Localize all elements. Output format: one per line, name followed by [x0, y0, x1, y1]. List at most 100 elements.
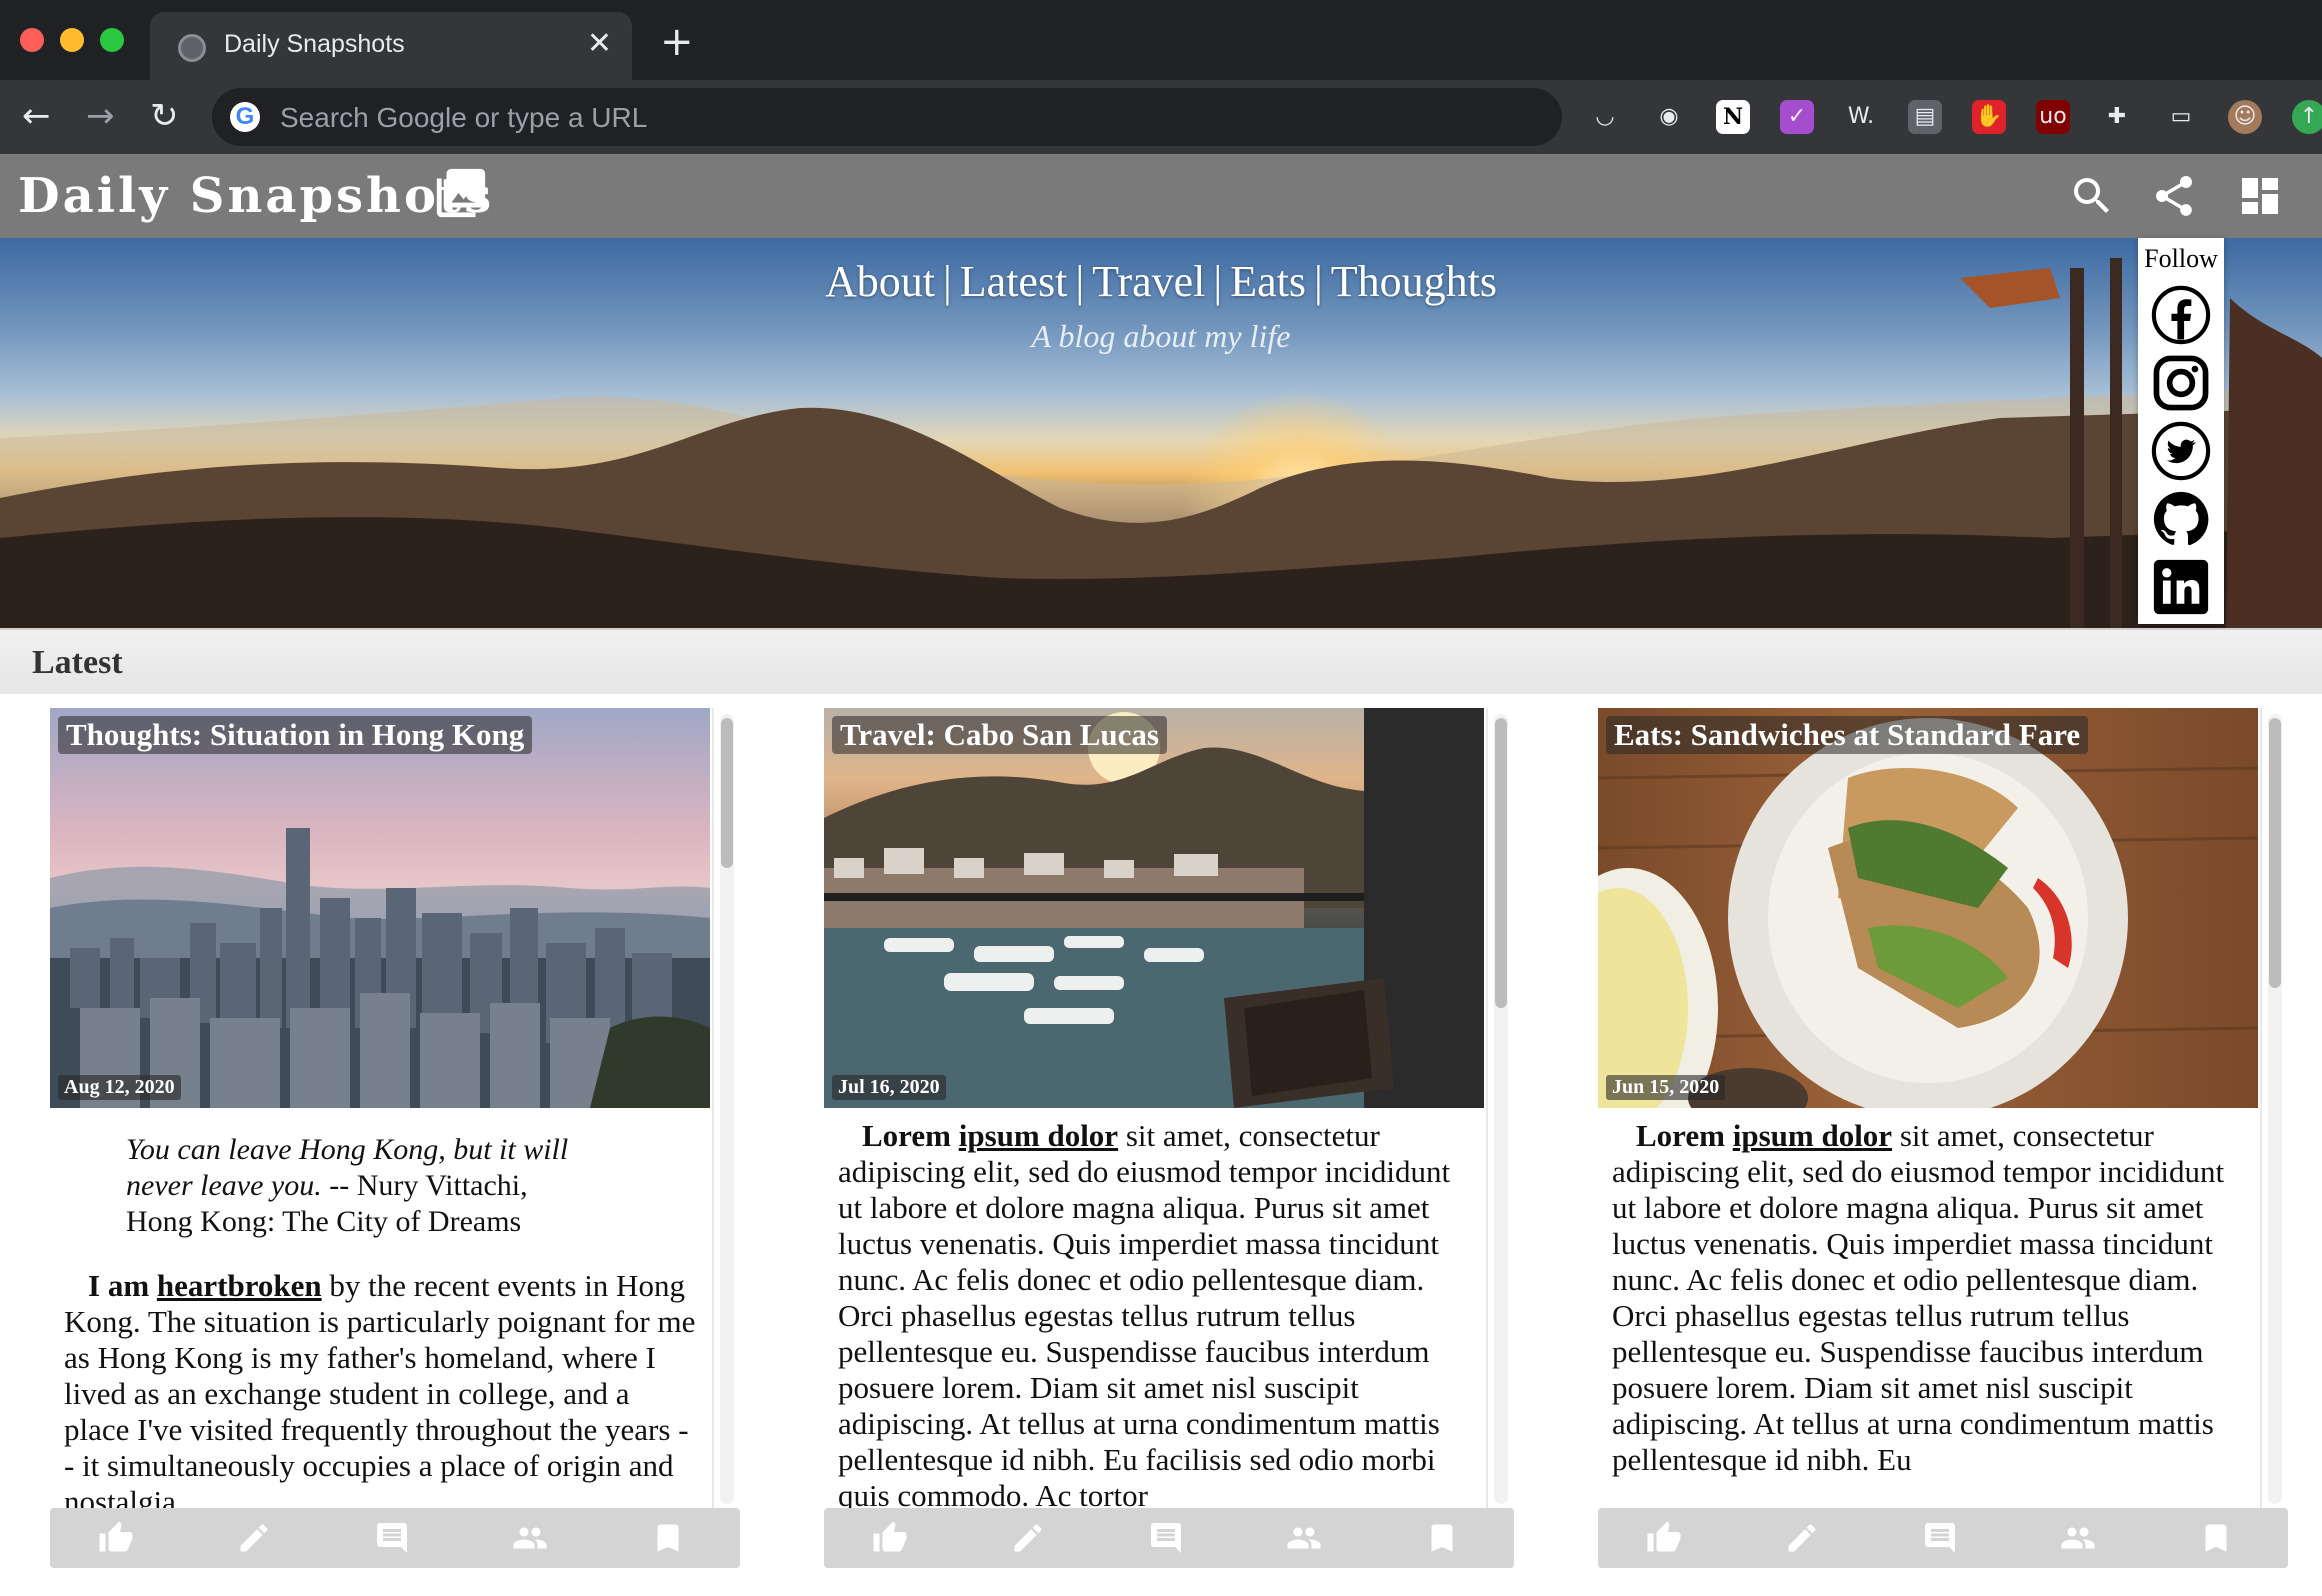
address-bar[interactable]: G Search Google or type a URL — [212, 88, 1562, 146]
notion-icon[interactable]: N — [1716, 100, 1750, 134]
window-minimize-button[interactable] — [60, 28, 84, 52]
nav-travel[interactable]: Travel — [1090, 257, 1207, 306]
tab-close-icon[interactable]: ✕ — [587, 24, 612, 64]
post-card-sandwiches[interactable]: Eats: Sandwiches at Standard Fare Jun 15… — [1598, 708, 2288, 1568]
address-bar-placeholder[interactable]: Search Google or type a URL — [280, 102, 647, 134]
scrollbar-thumb[interactable] — [2269, 718, 2281, 988]
back-arrow-icon[interactable]: ← — [22, 94, 51, 138]
post-link[interactable]: ipsum dolor — [1733, 1118, 1892, 1153]
sandwich-plate — [1598, 718, 2258, 1108]
follow-label: Follow — [2144, 244, 2218, 273]
nav-latest[interactable]: Latest — [958, 257, 1070, 306]
follow-panel: Follow — [2138, 238, 2224, 624]
nav-eats[interactable]: Eats — [1228, 257, 1308, 306]
bookmark-icon[interactable] — [2196, 1520, 2236, 1556]
nav-thoughts[interactable]: Thoughts — [1329, 257, 1499, 306]
nav-separator: | — [1313, 257, 1323, 306]
thumbs-up-icon[interactable] — [870, 1520, 910, 1556]
nav-about[interactable]: About — [823, 257, 937, 306]
shield-icon[interactable]: ◉ — [1652, 100, 1686, 134]
update-icon[interactable]: ↑ — [2292, 100, 2322, 134]
window-zoom-button[interactable] — [100, 28, 124, 52]
twitter-icon[interactable] — [2150, 420, 2212, 482]
globe-icon — [178, 34, 206, 62]
card-scrollbar[interactable] — [720, 714, 734, 1504]
google-g-icon: G — [230, 102, 260, 132]
new-tab-button[interactable]: + — [660, 20, 694, 64]
post-link[interactable]: heartbroken — [157, 1268, 322, 1303]
linkedin-icon[interactable] — [2150, 556, 2212, 618]
post-card-cabo[interactable]: Travel: Cabo San Lucas Jul 16, 2020 Lore… — [824, 708, 1514, 1568]
comment-icon[interactable] — [1920, 1520, 1960, 1556]
bookmark-icon[interactable] — [648, 1520, 688, 1556]
thumbs-up-icon[interactable] — [96, 1520, 136, 1556]
site-header: Daily Snapshots — [0, 154, 2322, 238]
thumbs-up-icon[interactable] — [1644, 1520, 1684, 1556]
share-icon[interactable] — [2150, 172, 2198, 220]
post-action-bar — [50, 1508, 740, 1568]
nav-separator: | — [942, 257, 952, 306]
post-title[interactable]: Thoughts: Situation in Hong Kong — [58, 716, 533, 754]
reload-icon[interactable]: ↻ — [150, 94, 179, 138]
post-image-hong-kong[interactable]: Thoughts: Situation in Hong Kong Aug 12,… — [50, 708, 710, 1108]
latest-section-title: Latest — [32, 644, 123, 681]
people-icon[interactable] — [510, 1520, 550, 1556]
scrollbar-thumb[interactable] — [721, 718, 733, 868]
nav-separator: | — [1213, 257, 1223, 306]
tab-title: Daily Snapshots — [224, 30, 405, 58]
browser-tab[interactable]: Daily Snapshots ✕ — [150, 12, 632, 80]
card-scrollbar[interactable] — [2268, 714, 2282, 1504]
stop-hand-icon[interactable]: ✋ — [1972, 100, 2006, 134]
forward-arrow-icon[interactable]: → — [86, 94, 115, 138]
pencil-icon[interactable] — [1782, 1520, 1822, 1556]
pocket-icon[interactable]: ◡ — [1588, 100, 1622, 134]
hero-nav: About | Latest | Travel | Eats | Thoughts — [0, 256, 2322, 307]
cast-icon[interactable]: ▭ — [2164, 100, 2198, 134]
post-date: Jul 16, 2020 — [832, 1075, 946, 1100]
toggl-icon[interactable]: ✓ — [1780, 100, 1814, 134]
post-paragraph: I am heartbroken by the recent events in… — [64, 1268, 696, 1508]
github-icon[interactable] — [2150, 488, 2212, 550]
comment-icon[interactable] — [1146, 1520, 1186, 1556]
dashboard-grid-icon[interactable] — [2236, 172, 2284, 220]
post-action-bar — [824, 1508, 1514, 1568]
pencil-icon[interactable] — [234, 1520, 274, 1556]
photo-library-icon — [436, 168, 486, 218]
post-card-hong-kong[interactable]: Thoughts: Situation in Hong Kong Aug 12,… — [50, 708, 740, 1568]
facebook-icon[interactable] — [2150, 284, 2212, 346]
post-link[interactable]: ipsum dolor — [959, 1118, 1118, 1153]
browser-toolbar: ← → ↻ G Search Google or type a URL ◡ ◉ N ✓… — [0, 80, 2322, 154]
post-date: Aug 12, 2020 — [58, 1075, 181, 1100]
post-lead: Lorem — [862, 1118, 951, 1153]
pencil-icon[interactable] — [1008, 1520, 1048, 1556]
post-lead: Lorem — [1636, 1118, 1725, 1153]
ublock-icon[interactable]: uo — [2036, 100, 2070, 134]
comment-icon[interactable] — [372, 1520, 412, 1556]
hero-banner: About | Latest | Travel | Eats | Thoughts A blog… — [0, 238, 2322, 628]
quote-attribution: -- Nury Vittachi, — [321, 1169, 528, 1202]
search-icon[interactable] — [2068, 172, 2116, 220]
card-border — [2260, 708, 2262, 1508]
post-image-sandwiches[interactable]: Eats: Sandwiches at Standard Fare Jun 15… — [1598, 708, 2258, 1108]
browser-tab-bar: Daily Snapshots ✕ + — [0, 0, 2322, 80]
post-title[interactable]: Eats: Sandwiches at Standard Fare — [1606, 716, 2089, 754]
card-scrollbar[interactable] — [1494, 714, 1508, 1504]
window-close-button[interactable] — [20, 28, 44, 52]
card-border — [712, 708, 714, 1508]
post-title[interactable]: Travel: Cabo San Lucas — [832, 716, 1167, 754]
extension-doc-icon[interactable]: ▤ — [1908, 100, 1942, 134]
puzzle-icon[interactable]: ✚ — [2100, 100, 2134, 134]
post-excerpt: Lorem ipsum dolor sit amet, consectetur … — [1598, 1108, 2258, 1508]
people-icon[interactable] — [1284, 1520, 1324, 1556]
wordtune-icon[interactable]: W. — [1844, 100, 1878, 134]
profile-avatar[interactable]: ☺ — [2228, 100, 2262, 134]
post-lead: I am — [88, 1268, 150, 1303]
post-excerpt: Lorem ipsum dolor sit amet, consectetur … — [824, 1108, 1484, 1508]
post-image-cabo[interactable]: Travel: Cabo San Lucas Jul 16, 2020 — [824, 708, 1484, 1108]
bookmark-icon[interactable] — [1422, 1520, 1462, 1556]
instagram-icon[interactable] — [2150, 352, 2212, 414]
people-icon[interactable] — [2058, 1520, 2098, 1556]
quote-source: Hong Kong: The City of Dreams — [126, 1205, 522, 1238]
site-title[interactable]: Daily Snapshots — [18, 168, 494, 224]
scrollbar-thumb[interactable] — [1495, 718, 1507, 1008]
